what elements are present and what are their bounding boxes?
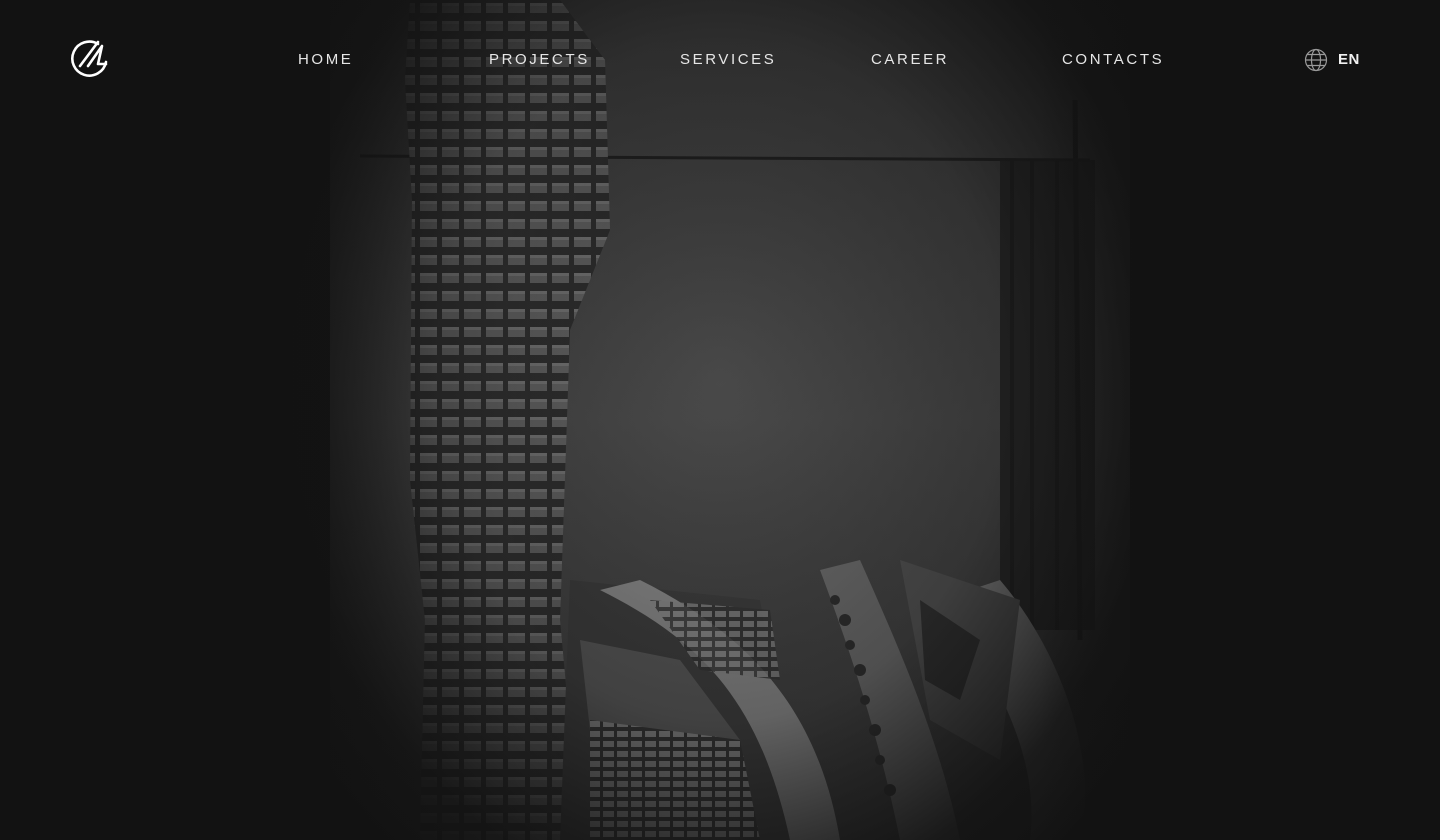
nav-home[interactable]: HOME [298,50,353,70]
language-switcher[interactable]: EN [1304,48,1360,72]
nav-contacts[interactable]: CONTACTS [1062,50,1164,70]
hero-background [0,0,1440,840]
nav-projects[interactable]: PROJECTS [489,50,590,70]
nav-services[interactable]: SERVICES [680,50,776,70]
globe-icon [1304,48,1328,72]
main-nav: HOME PROJECTS SERVICES CAREER CONTACTS [0,50,1440,72]
hero-image [0,0,1440,840]
site-header: HOME PROJECTS SERVICES CAREER CONTACTS E… [0,0,1440,120]
language-label: EN [1338,51,1360,68]
nav-career[interactable]: CAREER [871,50,949,70]
